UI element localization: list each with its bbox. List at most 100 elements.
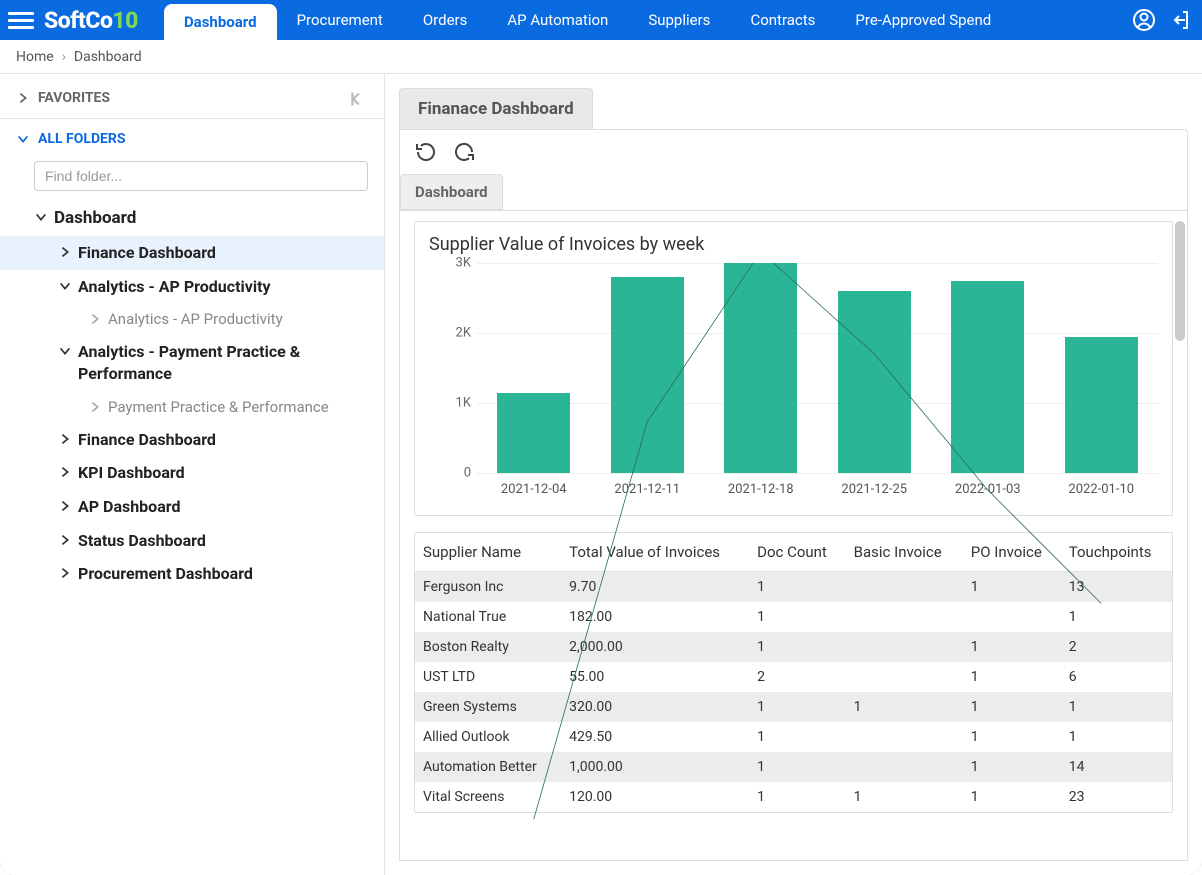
tree-item[interactable]: Dashboard bbox=[0, 201, 384, 236]
y-tick: 0 bbox=[429, 466, 471, 481]
table-header[interactable]: Doc Count bbox=[749, 533, 846, 572]
table-cell: 1 bbox=[963, 782, 1061, 812]
tree-item-label: Status Dashboard bbox=[78, 530, 206, 552]
tree-item[interactable]: Analytics - Payment Practice & Performan… bbox=[0, 335, 384, 390]
table-cell: 1 bbox=[846, 692, 963, 722]
refresh-icon[interactable] bbox=[452, 140, 476, 164]
table-header[interactable]: Touchpoints bbox=[1061, 533, 1172, 572]
undo-icon[interactable] bbox=[414, 140, 438, 164]
breadcrumb: Home › Dashboard bbox=[0, 40, 1202, 74]
breadcrumb-item[interactable]: Dashboard bbox=[74, 49, 142, 65]
table-cell: 14 bbox=[1061, 752, 1172, 782]
table-cell: 1 bbox=[963, 662, 1061, 692]
tree-item[interactable]: Status Dashboard bbox=[0, 524, 384, 558]
favorites-header[interactable]: FAVORITES bbox=[0, 80, 384, 116]
nav-tab-suppliers[interactable]: Suppliers bbox=[628, 0, 730, 40]
table-cell: 1 bbox=[1061, 602, 1172, 632]
table-cell: 9.70 bbox=[561, 572, 749, 603]
nav-tab-orders[interactable]: Orders bbox=[403, 0, 488, 40]
table-cell: 1 bbox=[963, 632, 1061, 662]
table-cell: Green Systems bbox=[415, 692, 561, 722]
chevron-right-icon bbox=[58, 499, 72, 513]
tree-item[interactable]: Analytics - AP Productivity bbox=[0, 270, 384, 304]
table-cell: 1 bbox=[963, 752, 1061, 782]
y-tick: 1K bbox=[429, 396, 471, 411]
tree-item-label: Analytics - AP Productivity bbox=[108, 309, 283, 329]
tree-item[interactable]: KPI Dashboard bbox=[0, 456, 384, 490]
table-header[interactable]: Total Value of Invoices bbox=[561, 533, 749, 572]
table-cell: UST LTD bbox=[415, 662, 561, 692]
table-row[interactable]: Green Systems320.001111 bbox=[415, 692, 1172, 722]
y-tick: 2K bbox=[429, 326, 471, 341]
table-row[interactable]: UST LTD55.00216 bbox=[415, 662, 1172, 692]
chevron-down-icon bbox=[34, 210, 48, 224]
tree-item[interactable]: Analytics - AP Productivity bbox=[0, 303, 384, 335]
x-tick: 2022-01-10 bbox=[1045, 482, 1159, 497]
table-cell: 1 bbox=[963, 692, 1061, 722]
chart-bar bbox=[1065, 337, 1138, 474]
chart-card: Supplier Value of Invoices by week 2021-… bbox=[414, 221, 1173, 516]
table-cell bbox=[846, 632, 963, 662]
table-row[interactable]: Automation Better1,000.001114 bbox=[415, 752, 1172, 782]
hamburger-icon[interactable] bbox=[8, 7, 34, 33]
table-row[interactable]: Allied Outlook429.50111 bbox=[415, 722, 1172, 752]
table-cell: Automation Better bbox=[415, 752, 561, 782]
table-cell: 2 bbox=[749, 662, 846, 692]
table-row[interactable]: Ferguson Inc9.701113 bbox=[415, 572, 1172, 603]
nav-tab-dashboard[interactable]: Dashboard bbox=[164, 4, 277, 40]
table-cell: 1 bbox=[1061, 722, 1172, 752]
top-nav: SoftCo10 DashboardProcurementOrdersAP Au… bbox=[0, 0, 1202, 40]
table-cell bbox=[846, 662, 963, 692]
nav-tab-contracts[interactable]: Contracts bbox=[730, 0, 835, 40]
user-circle-icon[interactable] bbox=[1132, 8, 1156, 32]
scrollbar[interactable] bbox=[1175, 221, 1185, 341]
breadcrumb-item[interactable]: Home bbox=[16, 49, 54, 65]
tree-item-label: Procurement Dashboard bbox=[78, 563, 253, 585]
table-cell: 120.00 bbox=[561, 782, 749, 812]
table-cell: 429.50 bbox=[561, 722, 749, 752]
nav-tab-ap-automation[interactable]: AP Automation bbox=[487, 0, 628, 40]
table-row[interactable]: National True182.0011 bbox=[415, 602, 1172, 632]
table-cell: 1 bbox=[749, 602, 846, 632]
table-cell: 1 bbox=[963, 722, 1061, 752]
table-cell: 1 bbox=[749, 632, 846, 662]
panel-tab-finance-dashboard[interactable]: Finanace Dashboard bbox=[399, 88, 593, 129]
tree-item-label: Finance Dashboard bbox=[78, 242, 216, 264]
table-cell bbox=[963, 602, 1061, 632]
inner-tab-dashboard[interactable]: Dashboard bbox=[400, 174, 503, 210]
table-header[interactable]: PO Invoice bbox=[963, 533, 1061, 572]
tree-item-label: Analytics - Payment Practice & Performan… bbox=[78, 341, 372, 384]
chevron-right-icon bbox=[58, 465, 72, 479]
table-cell: Ferguson Inc bbox=[415, 572, 561, 603]
table-header[interactable]: Basic Invoice bbox=[846, 533, 963, 572]
table-header[interactable]: Supplier Name bbox=[415, 533, 561, 572]
table-cell bbox=[846, 722, 963, 752]
chart-bar bbox=[497, 393, 570, 473]
find-folder-input[interactable] bbox=[34, 161, 368, 191]
table-cell: 1 bbox=[749, 782, 846, 812]
table-cell: 1,000.00 bbox=[561, 752, 749, 782]
table-row[interactable]: Vital Screens120.0011123 bbox=[415, 782, 1172, 812]
all-folders-header[interactable]: ALL FOLDERS bbox=[0, 121, 384, 157]
tree-item[interactable]: Payment Practice & Performance bbox=[0, 391, 384, 423]
brand-logo: SoftCo10 bbox=[44, 7, 138, 34]
nav-tab-pre-approved-spend[interactable]: Pre-Approved Spend bbox=[835, 0, 1011, 40]
chevron-down-icon bbox=[58, 344, 72, 358]
table-cell: 1 bbox=[749, 752, 846, 782]
chevron-right-icon bbox=[58, 566, 72, 580]
chart-title: Supplier Value of Invoices by week bbox=[429, 234, 1158, 255]
collapse-sidebar-icon[interactable] bbox=[346, 88, 368, 114]
tree-item[interactable]: Finance Dashboard bbox=[0, 236, 384, 270]
tree-item[interactable]: Procurement Dashboard bbox=[0, 557, 384, 591]
tree-item[interactable]: Finance Dashboard bbox=[0, 423, 384, 457]
chevron-down-icon bbox=[58, 279, 72, 293]
favorites-label: FAVORITES bbox=[38, 90, 110, 106]
tree-item-label: Analytics - AP Productivity bbox=[78, 276, 271, 298]
y-tick: 3K bbox=[429, 256, 471, 271]
tree-item[interactable]: AP Dashboard bbox=[0, 490, 384, 524]
table-cell: 13 bbox=[1061, 572, 1172, 603]
nav-tab-procurement[interactable]: Procurement bbox=[277, 0, 403, 40]
chevron-right-icon bbox=[58, 245, 72, 259]
table-row[interactable]: Boston Realty2,000.00112 bbox=[415, 632, 1172, 662]
logout-icon[interactable] bbox=[1168, 8, 1192, 32]
